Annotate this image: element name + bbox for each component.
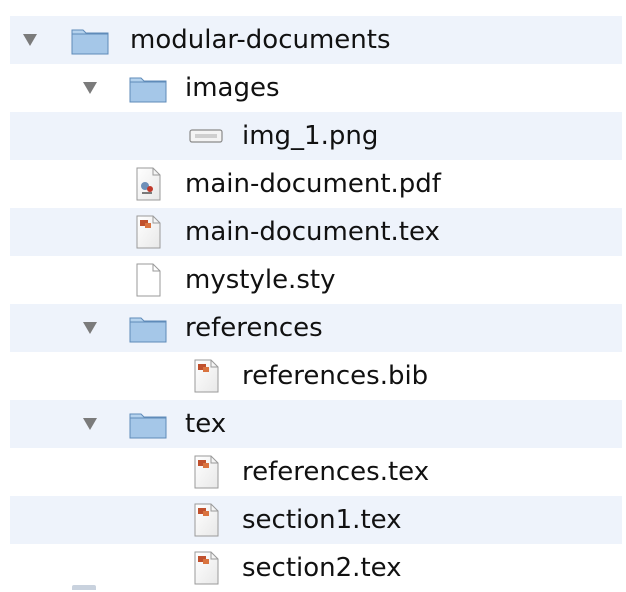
folder-icon xyxy=(128,407,168,441)
disclosure-triangle-icon[interactable] xyxy=(82,321,98,335)
tree-item-label: modular-documents xyxy=(130,25,391,55)
tree-item-label: references.tex xyxy=(242,457,430,487)
image-file-icon xyxy=(186,119,226,153)
tree-item-label: main-document.tex xyxy=(185,217,440,247)
tree-row-main-document-tex[interactable]: main-document.tex xyxy=(10,208,622,256)
tex-file-icon xyxy=(186,503,226,537)
tree-row-references-bib[interactable]: references.bib xyxy=(10,352,622,400)
tree-item-label: mystyle.sty xyxy=(185,265,336,295)
tree-row-modular-documents[interactable]: modular-documents xyxy=(10,16,622,64)
disclosure-triangle-icon[interactable] xyxy=(82,81,98,95)
tree-row-mystyle-sty[interactable]: mystyle.sty xyxy=(10,256,622,304)
tree-row-section1-tex[interactable]: section1.tex xyxy=(10,496,622,544)
disclosure-triangle-icon[interactable] xyxy=(82,417,98,431)
folder-icon xyxy=(128,311,168,345)
tree-row-images[interactable]: images xyxy=(10,64,622,112)
tree-item-label: section1.tex xyxy=(242,505,402,535)
tex-file-icon xyxy=(186,359,226,393)
disclosure-triangle-icon[interactable] xyxy=(22,33,38,47)
tex-file-icon xyxy=(186,455,226,489)
tree-item-label: images xyxy=(185,73,280,103)
tree-row-section2-tex[interactable]: section2.tex xyxy=(10,544,622,592)
tree-row-references-tex[interactable]: references.tex xyxy=(10,448,622,496)
tree-item-label: img_1.png xyxy=(242,121,379,151)
tree-row-references[interactable]: references xyxy=(10,304,622,352)
tex-file-icon xyxy=(186,551,226,585)
tree-item-label: references.bib xyxy=(242,361,429,391)
folder-icon xyxy=(128,71,168,105)
tree-row-main-document-pdf[interactable]: main-document.pdf xyxy=(10,160,622,208)
partial-row-edge xyxy=(72,585,96,590)
tree-item-label: main-document.pdf xyxy=(185,169,441,199)
tree-row-img-1-png[interactable]: img_1.png xyxy=(10,112,622,160)
folder-icon xyxy=(70,23,110,57)
tree-item-label: section2.tex xyxy=(242,553,402,583)
blank-file-icon xyxy=(128,263,168,297)
tree-item-label: tex xyxy=(185,409,227,439)
tex-file-icon xyxy=(128,215,168,249)
tree-item-label: references xyxy=(185,313,323,343)
tree-row-tex[interactable]: tex xyxy=(10,400,622,448)
file-tree: modular-documents images img_1.png main-… xyxy=(0,0,626,590)
pdf-file-icon xyxy=(128,167,168,201)
